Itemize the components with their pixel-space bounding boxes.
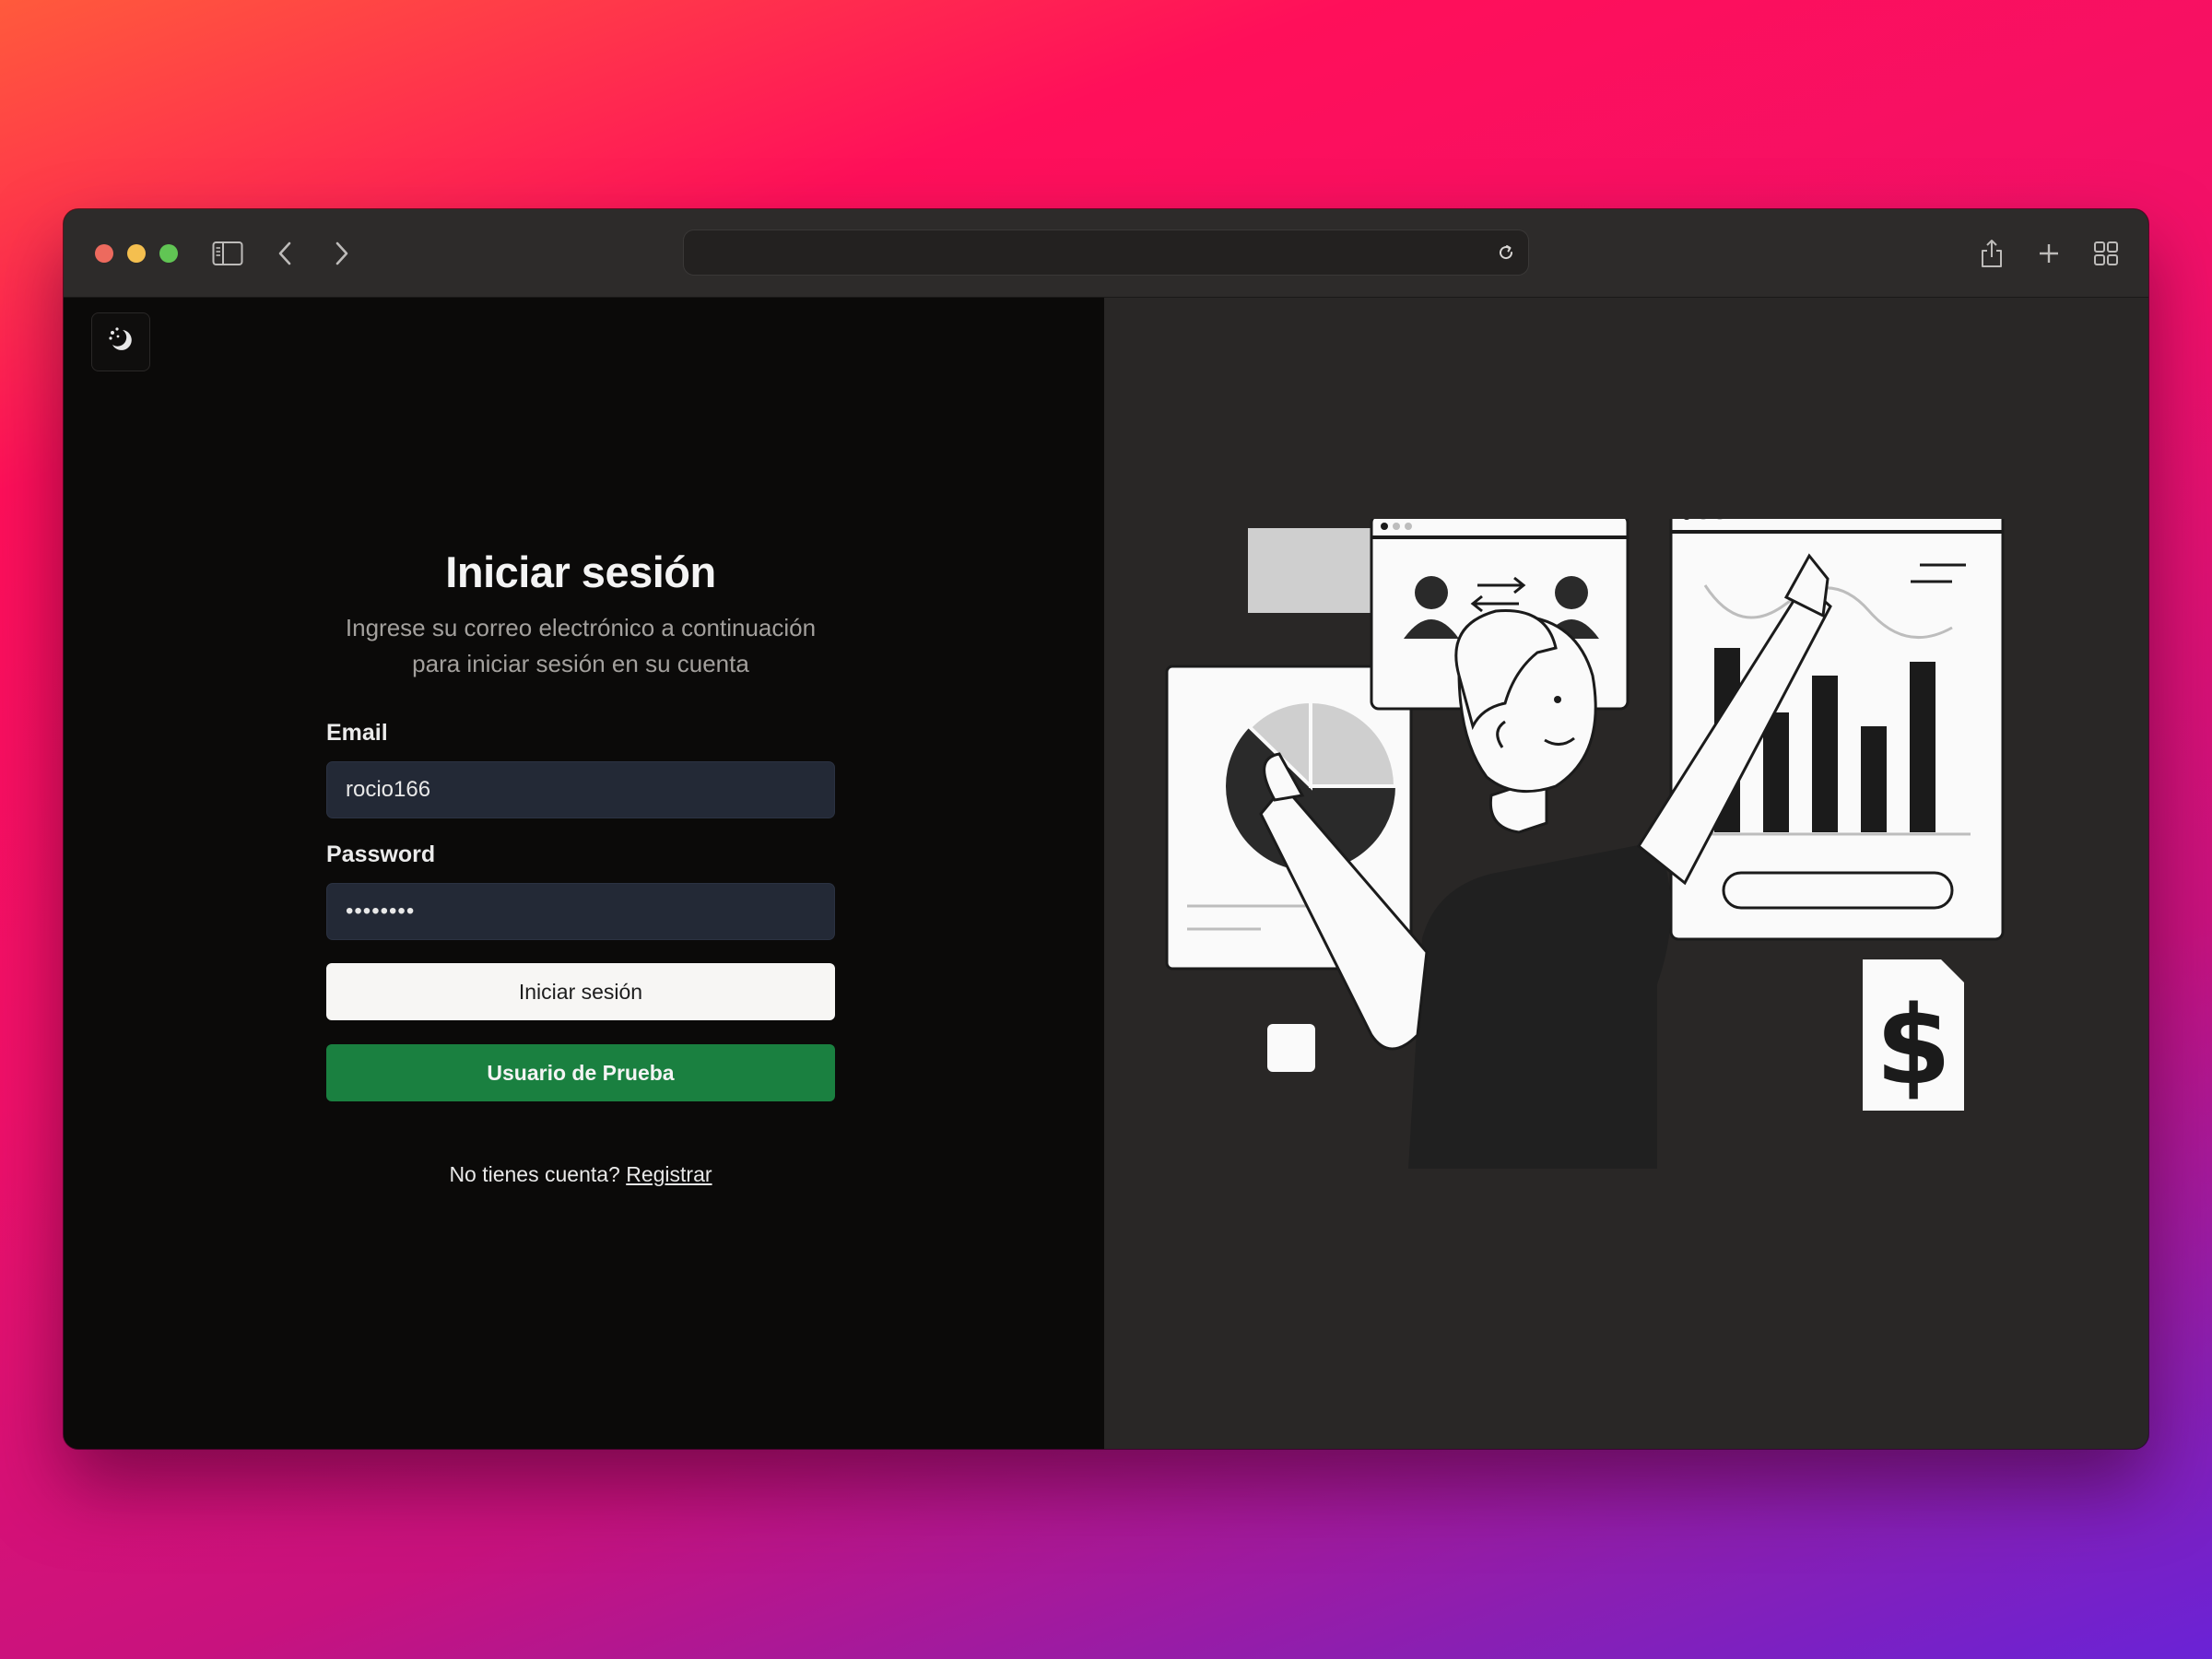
browser-toolbar	[64, 209, 2148, 298]
browser-window: Iniciar sesión Ingrese su correo electró…	[64, 209, 2148, 1449]
reload-icon[interactable]	[1491, 238, 1521, 267]
password-label: Password	[326, 841, 436, 867]
email-field[interactable]: rocio166	[326, 761, 835, 818]
tab-overview-icon[interactable]	[2086, 233, 2126, 274]
analytics-illustration: $	[1165, 519, 2005, 1169]
sidebar-icon[interactable]	[207, 233, 248, 274]
password-field[interactable]: ••••••••	[326, 883, 835, 940]
signup-prompt: No tienes cuenta? Registrar	[326, 1162, 835, 1187]
page-title: Iniciar sesión	[445, 547, 716, 596]
maximize-window-button[interactable]	[159, 244, 178, 263]
login-button[interactable]: Iniciar sesión	[326, 963, 835, 1020]
login-subtitle: Ingrese su correo electrónico a continua…	[323, 610, 839, 682]
email-label: Email	[326, 720, 388, 746]
signup-prompt-text: No tienes cuenta?	[449, 1162, 620, 1186]
illustration-pane: $	[1104, 298, 2148, 1449]
theme-toggle-button[interactable]	[91, 312, 150, 371]
forward-icon[interactable]	[322, 233, 362, 274]
minimize-window-button[interactable]	[127, 244, 146, 263]
theme-toggle-icon	[105, 324, 136, 360]
subtitle-line-1: Ingrese su correo electrónico a continua…	[345, 614, 817, 641]
new-tab-icon[interactable]	[2029, 233, 2069, 274]
back-icon[interactable]	[265, 233, 305, 274]
login-pane: Iniciar sesión Ingrese su correo electró…	[64, 298, 1104, 1449]
register-link[interactable]: Registrar	[626, 1162, 712, 1186]
svg-text:$: $	[1876, 982, 1951, 1109]
dollar-document: $	[1863, 959, 1964, 1111]
small-square	[1267, 1024, 1315, 1072]
close-window-button[interactable]	[95, 244, 113, 263]
subtitle-line-2: para iniciar sesión en su cuenta	[412, 650, 749, 677]
address-bar[interactable]	[683, 229, 1529, 276]
login-form: Iniciar sesión Ingrese su correo electró…	[326, 547, 835, 1187]
share-icon[interactable]	[1971, 233, 2012, 274]
demo-user-button[interactable]: Usuario de Prueba	[326, 1044, 835, 1101]
